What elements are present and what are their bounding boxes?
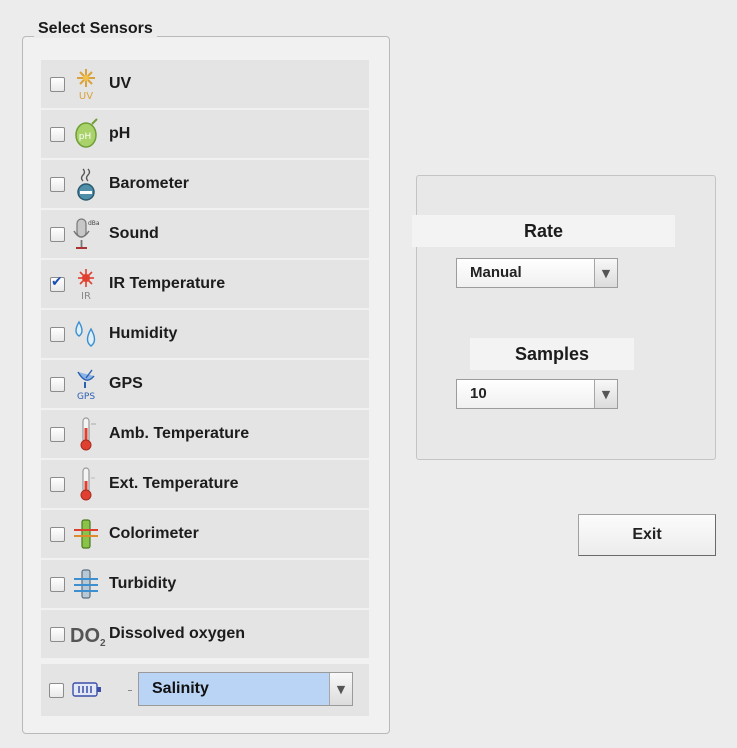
microphone-icon: dBa bbox=[71, 216, 101, 252]
rate-label: Rate bbox=[412, 215, 675, 247]
select-sensors-title: Select Sensors bbox=[34, 20, 157, 38]
sensor-row-amb-temperature[interactable]: Amb. Temperature bbox=[41, 410, 369, 458]
rate-dropdown[interactable]: Manual ▼ bbox=[456, 258, 618, 288]
sensor-row-salinity: Salinity ▼ bbox=[41, 664, 369, 716]
ir-temperature-checkbox[interactable] bbox=[50, 274, 65, 292]
sensor-row-ph[interactable]: pH pH bbox=[41, 110, 369, 158]
samples-dropdown[interactable]: 10 ▼ bbox=[456, 379, 618, 409]
svg-text:pH: pH bbox=[79, 132, 91, 142]
sensor-row-uv[interactable]: UV UV bbox=[41, 60, 369, 108]
ph-leaf-icon: pH bbox=[71, 116, 101, 152]
sensor-label-humidity: Humidity bbox=[109, 325, 178, 342]
salinity-checkbox[interactable] bbox=[49, 682, 64, 698]
thermometer-icon bbox=[71, 416, 101, 452]
rate-dropdown-value: Manual bbox=[470, 264, 522, 281]
sensor-row-gps[interactable]: GPS GPS bbox=[41, 360, 369, 408]
chevron-down-icon[interactable]: ▼ bbox=[594, 380, 617, 408]
sensor-list: UV UV pH pH Barometer dBa Sound ✔ IR IR … bbox=[41, 60, 369, 660]
sensor-row-sound[interactable]: dBa Sound bbox=[41, 210, 369, 258]
humidity-checkbox[interactable] bbox=[50, 326, 65, 342]
barometer-icon bbox=[71, 166, 101, 202]
chevron-down-icon[interactable]: ▼ bbox=[594, 259, 617, 287]
ir-laser-icon: IR bbox=[71, 266, 101, 302]
salinity-dropdown-value: Salinity bbox=[152, 680, 209, 697]
sensor-row-barometer[interactable]: Barometer bbox=[41, 160, 369, 208]
sensor-label-ir-temperature: IR Temperature bbox=[109, 275, 226, 292]
salinity-dropdown[interactable]: Salinity ▼ bbox=[138, 672, 353, 706]
sensor-row-turbidity[interactable]: Turbidity bbox=[41, 560, 369, 608]
svg-text:UV: UV bbox=[79, 91, 93, 102]
sensor-row-ir-temperature[interactable]: IR IR Temperature bbox=[41, 260, 369, 308]
samples-dropdown-value: 10 bbox=[470, 385, 487, 402]
svg-text:2: 2 bbox=[100, 638, 106, 649]
barometer-checkbox[interactable] bbox=[50, 176, 65, 192]
sensor-label-amb-temperature: Amb. Temperature bbox=[109, 425, 250, 442]
sensor-row-humidity[interactable]: Humidity bbox=[41, 310, 369, 358]
chevron-down-icon[interactable]: ▼ bbox=[329, 673, 352, 705]
sensor-label-sound: Sound bbox=[109, 225, 159, 242]
sensor-row-colorimeter[interactable]: Colorimeter bbox=[41, 510, 369, 558]
sound-checkbox[interactable] bbox=[50, 226, 65, 242]
ext-temperature-checkbox[interactable] bbox=[50, 476, 65, 492]
colorimeter-tube-icon bbox=[71, 516, 101, 552]
colorimeter-checkbox[interactable] bbox=[50, 526, 65, 542]
sensor-label-dissolved-oxygen: Dissolved oxygen bbox=[109, 625, 246, 642]
conductivity-probe-icon bbox=[70, 672, 104, 708]
uv-checkbox[interactable] bbox=[50, 76, 65, 92]
sensor-label-turbidity: Turbidity bbox=[109, 575, 177, 592]
svg-text:dBa: dBa bbox=[88, 220, 100, 227]
sensor-label-colorimeter: Colorimeter bbox=[109, 525, 199, 542]
sensor-label-uv: UV bbox=[109, 75, 132, 92]
turbidity-tube-icon bbox=[71, 566, 101, 602]
sensor-row-ext-temperature[interactable]: Ext. Temperature bbox=[41, 460, 369, 508]
satellite-dish-icon: GPS bbox=[71, 366, 101, 402]
water-drops-icon bbox=[71, 316, 101, 352]
ext-thermometer-icon bbox=[71, 466, 101, 502]
sensor-label-gps: GPS bbox=[109, 375, 143, 392]
ph-checkbox[interactable] bbox=[50, 126, 65, 142]
do2-icon: DO 2 bbox=[69, 616, 109, 652]
svg-text:DO: DO bbox=[70, 625, 100, 647]
amb-temperature-checkbox[interactable] bbox=[50, 426, 65, 442]
uv-sun-icon: UV bbox=[71, 66, 101, 102]
sensor-row-dissolved-oxygen[interactable]: DO 2 Dissolved oxygen bbox=[41, 610, 369, 658]
exit-button[interactable]: Exit bbox=[578, 514, 716, 556]
turbidity-checkbox[interactable] bbox=[50, 576, 65, 592]
sensor-label-ext-temperature: Ext. Temperature bbox=[109, 475, 239, 492]
sensor-label-ph: pH bbox=[109, 125, 131, 142]
gps-checkbox[interactable] bbox=[50, 376, 65, 392]
sensor-label-barometer: Barometer bbox=[109, 175, 190, 192]
dissolved-oxygen-checkbox[interactable] bbox=[50, 626, 65, 642]
samples-label: Samples bbox=[470, 338, 634, 370]
svg-text:GPS: GPS bbox=[77, 392, 95, 402]
svg-text:IR: IR bbox=[81, 291, 91, 302]
separator-dash bbox=[128, 690, 132, 691]
